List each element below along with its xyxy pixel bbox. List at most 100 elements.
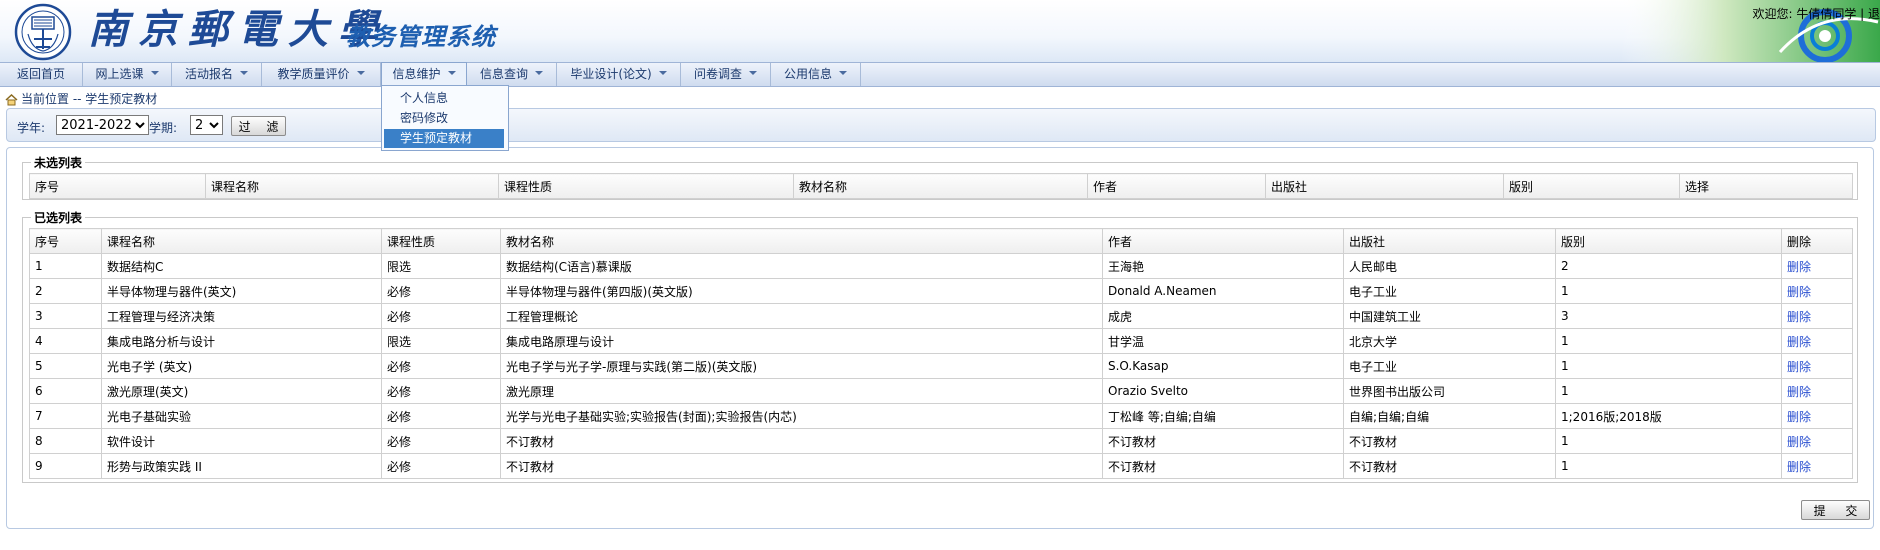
col-header: 课程性质: [498, 173, 794, 199]
delete-link[interactable]: 删除: [1781, 278, 1853, 304]
term-label: 学期:: [149, 121, 178, 135]
table-cell: 限选: [381, 253, 501, 279]
selected-legend: 已选列表: [34, 211, 83, 225]
table-cell: 甘学温: [1102, 328, 1344, 354]
table-cell: 1: [1555, 278, 1782, 304]
table-cell: 不订教材: [1102, 428, 1344, 454]
menu-item-password-change[interactable]: 密码修改: [384, 109, 504, 128]
col-header: 教材名称: [793, 173, 1088, 199]
nav-home[interactable]: 返回首页: [0, 63, 83, 86]
delete-link[interactable]: 删除: [1781, 328, 1853, 354]
chevron-down-icon: [447, 70, 456, 75]
chevron-down-icon: [839, 70, 847, 75]
table-cell: 光电子学与光子学-原理与实践(第二版)(英文版): [500, 353, 1103, 379]
table-row: 1 数据结构C 限选 数据结构(C语言)慕课版 王海艳 人民邮电 2 删除: [29, 253, 1853, 279]
year-select[interactable]: 2021-2022: [56, 115, 149, 135]
nav-label: 信息维护: [392, 67, 441, 81]
table-cell: S.O.Kasap: [1102, 353, 1344, 379]
col-header: 出版社: [1265, 173, 1504, 199]
table-cell: 电子工业: [1343, 353, 1556, 379]
col-header: 课程名称: [205, 173, 499, 199]
nav-info-query[interactable]: 信息查询: [467, 63, 557, 86]
table-cell: Orazio Svelto: [1102, 378, 1344, 404]
nav-survey[interactable]: 问卷调查: [681, 63, 771, 86]
term-select[interactable]: 2: [190, 115, 223, 135]
table-cell: 2: [1555, 253, 1782, 279]
table-cell: 1: [1555, 328, 1782, 354]
menu-item-personal-info[interactable]: 个人信息: [384, 89, 504, 108]
table-cell: 自编;自编;自编: [1343, 403, 1556, 429]
nav-label: 公用信息: [783, 67, 832, 81]
col-header: 课程性质: [381, 228, 501, 254]
table-cell: 工程管理与经济决策: [101, 303, 382, 329]
col-header: 选择: [1679, 173, 1853, 199]
system-name: 教务管理系统: [346, 23, 496, 51]
table-cell: 电子工业: [1343, 278, 1556, 304]
nav-teaching-evaluation[interactable]: 教学质量评价: [262, 63, 381, 86]
main-nav: 返回首页 网上选课 活动报名 教学质量评价 信息维护 信息查询 毕业设计(论文)…: [0, 62, 1880, 87]
col-header: 出版社: [1343, 228, 1556, 254]
delete-link[interactable]: 删除: [1781, 303, 1853, 329]
nav-label: 教学质量评价: [277, 67, 350, 81]
table-cell: 8: [29, 428, 102, 454]
delete-link[interactable]: 删除: [1781, 353, 1853, 379]
table-cell: 1: [29, 253, 102, 279]
table-cell: 光学与光电子基础实验;实验报告(封面);实验报告(内芯): [500, 403, 1103, 429]
info-maintenance-dropdown: 个人信息 密码修改 学生预定教材: [381, 85, 509, 151]
table-cell: 人民邮电: [1343, 253, 1556, 279]
table-cell: 限选: [381, 328, 501, 354]
nav-activity-signup[interactable]: 活动报名: [172, 63, 262, 86]
table-cell: 必修: [381, 428, 501, 454]
table-cell: 不订教材: [1102, 453, 1344, 479]
delete-link[interactable]: 删除: [1781, 378, 1853, 404]
table-cell: 5: [29, 353, 102, 379]
table-cell: Donald A.Neamen: [1102, 278, 1344, 304]
table-cell: 数据结构(C语言)慕课版: [500, 253, 1103, 279]
submit-button[interactable]: 提 交: [1801, 500, 1870, 520]
school-name: 南京郵電大學: [88, 6, 388, 53]
table-cell: 中国建筑工业: [1343, 303, 1556, 329]
table-cell: 必修: [381, 278, 501, 304]
col-header: 版别: [1503, 173, 1680, 199]
chevron-down-icon: [356, 70, 365, 75]
nav-label: 问卷调查: [693, 67, 742, 81]
col-header: 作者: [1087, 173, 1266, 199]
table-cell: 世界图书出版公司: [1343, 378, 1556, 404]
filter-button[interactable]: 过 滤: [231, 116, 286, 136]
table-row: 9 形势与政策实践 II 必修 不订教材 不订教材 不订教材 1 删除: [29, 453, 1853, 479]
table-cell: 必修: [381, 353, 501, 379]
delete-link[interactable]: 删除: [1781, 253, 1853, 279]
table-row: 7 光电子基础实验 必修 光学与光电子基础实验;实验报告(封面);实验报告(内芯) 丁松…: [29, 403, 1853, 429]
nav-label: 活动报名: [184, 67, 233, 81]
table-cell: 半导体物理与器件(英文): [101, 278, 382, 304]
delete-link[interactable]: 删除: [1781, 403, 1853, 429]
table-cell: 2: [29, 278, 102, 304]
nav-course-selection[interactable]: 网上选课: [83, 63, 172, 86]
table-row: 4 集成电路分析与设计 限选 集成电路原理与设计 甘学温 北京大学 1 删除: [29, 328, 1853, 354]
table-cell: 1: [1555, 353, 1782, 379]
table-cell: 北京大学: [1343, 328, 1556, 354]
welcome-text: 欢迎您: 牛倩倩同学 | 退: [1752, 7, 1880, 21]
delete-link[interactable]: 删除: [1781, 428, 1853, 454]
breadcrumb-text: 当前位置 -- 学生预定教材: [21, 92, 158, 106]
nav-info-maintenance[interactable]: 信息维护: [381, 62, 467, 86]
chevron-down-icon: [658, 70, 667, 75]
nav-graduation-design[interactable]: 毕业设计(论文): [557, 63, 681, 86]
table-row: 2 半导体物理与器件(英文) 必修 半导体物理与器件(第四版)(英文版) Donald …: [29, 278, 1853, 304]
chevron-down-icon: [749, 70, 757, 75]
unselected-table: 序号 课程名称 课程性质 教材名称 作者 出版社 版别 选择: [29, 173, 1853, 199]
table-cell: 集成电路原理与设计: [500, 328, 1103, 354]
nav-public-info[interactable]: 公用信息: [771, 63, 861, 86]
chevron-down-icon: [535, 70, 543, 75]
table-cell: 必修: [381, 378, 501, 404]
table-row: 8 软件设计 必修 不订教材 不订教材 不订教材 1 删除: [29, 428, 1853, 454]
table-cell: 必修: [381, 453, 501, 479]
nav-label: 返回首页: [16, 67, 65, 81]
table-cell: 必修: [381, 303, 501, 329]
table-row: 5 光电子学 (英文) 必修 光电子学与光子学-原理与实践(第二版)(英文版) S.O.…: [29, 353, 1853, 379]
header: 南京郵電大學 教务管理系统 欢迎您: 牛倩倩同学 | 退: [0, 0, 1880, 62]
delete-link[interactable]: 删除: [1781, 453, 1853, 479]
menu-item-textbook-reservation[interactable]: 学生预定教材: [384, 129, 504, 148]
col-header: 序号: [29, 173, 206, 199]
table-cell: 形势与政策实践 II: [101, 453, 382, 479]
